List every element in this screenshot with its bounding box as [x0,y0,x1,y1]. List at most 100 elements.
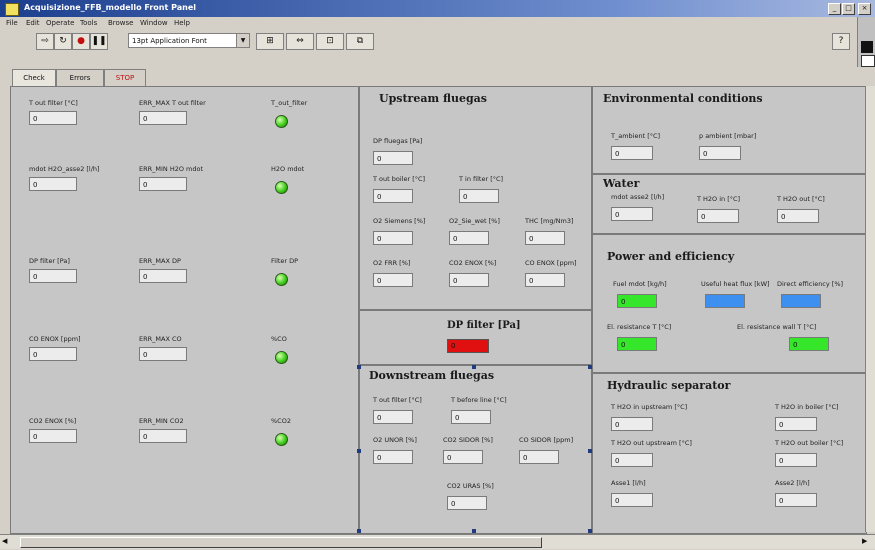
align-objects-icon[interactable]: ⊞ [256,33,284,50]
tab-errors[interactable]: Errors [56,69,104,86]
field-value[interactable]: 0 [459,189,499,203]
field-value[interactable]: 0 [775,417,817,431]
environment-title: Environmental conditions [603,92,763,105]
field-value[interactable]: 0 [611,207,653,221]
vi-icon-pane [857,17,875,67]
horizontal-scrollbar[interactable]: ◀ ▶ [0,534,875,549]
value-label: CO2 ENOX [%] [29,417,77,425]
distribute-objects-icon[interactable]: ⇔ [286,33,314,50]
value-display[interactable]: 0 [29,111,77,125]
field-value[interactable]: 0 [611,146,653,160]
title-bar: Acquisizione_FFB_modello Front Panel _ □… [0,0,875,17]
field-label: T out boiler [°C] [373,175,426,183]
field-value[interactable]: 0 [611,453,653,467]
status-led-icon [275,351,288,364]
divider [359,309,591,311]
vertical-scrollbar[interactable] [865,86,875,532]
field-value[interactable]: 0 [617,337,657,351]
value-label: mdot H2O_asse2 [l/h] [29,165,100,173]
vi-icon [861,41,873,53]
abort-icon[interactable]: ● [72,33,90,50]
selection-handle[interactable] [357,449,361,453]
field-value[interactable]: 0 [443,450,483,464]
value-display[interactable]: 0 [29,429,77,443]
selection-handle[interactable] [588,449,592,453]
menu-window[interactable]: Window [140,19,168,27]
font-selector[interactable]: 13pt Application Font ▼ [128,33,250,48]
menu-file[interactable]: File [6,19,18,27]
field-value[interactable]: 0 [525,231,565,245]
selection-handle[interactable] [472,365,476,369]
selection-handle[interactable] [357,365,361,369]
field-value[interactable]: 0 [451,410,491,424]
close-button[interactable]: × [858,3,871,15]
led-label: Filter DP [271,257,299,265]
value-label: CO ENOX [ppm] [29,335,81,343]
field-value[interactable]: 0 [777,209,819,223]
value-display[interactable]: 0 [29,177,77,191]
value-display[interactable]: 0 [29,269,77,283]
tab-check[interactable]: Check [12,69,56,86]
field-value[interactable]: 0 [775,493,817,507]
help-icon[interactable]: ? [832,33,850,50]
field-value[interactable]: 0 [525,273,565,287]
pause-icon[interactable]: ❚❚ [90,33,108,50]
menu-operate[interactable]: Operate [46,19,74,27]
menu-help[interactable]: Help [174,19,190,27]
threshold-input[interactable]: 0 [139,429,187,443]
reorder-icon[interactable]: ⧉ [346,33,374,50]
field-value[interactable] [781,294,821,308]
field-label: CO ENOX [ppm] [525,259,577,267]
field-label: O2_Sie_wet [%] [449,217,500,225]
threshold-input[interactable]: 0 [139,269,187,283]
dp-filter-indicator: 0 [447,339,489,353]
scroll-right-icon[interactable]: ▶ [862,537,867,545]
field-value[interactable]: 0 [775,453,817,467]
selection-handle[interactable] [357,529,361,533]
field-value[interactable]: 0 [611,417,653,431]
field-value[interactable] [705,294,745,308]
field-value[interactable]: 0 [611,493,653,507]
field-value[interactable]: 0 [697,209,739,223]
field-value[interactable]: 0 [449,273,489,287]
maximize-button[interactable]: □ [842,3,855,15]
field-value[interactable]: 0 [449,231,489,245]
field-label: T_ambient [°C] [611,132,661,140]
tab-stop[interactable]: STOP [104,69,146,86]
selection-handle[interactable] [588,529,592,533]
field-value[interactable]: 0 [447,496,487,510]
selection-handle[interactable] [472,529,476,533]
threshold-input[interactable]: 0 [139,177,187,191]
field-value[interactable]: 0 [699,146,741,160]
menu-browse[interactable]: Browse [108,19,134,27]
minimize-button[interactable]: _ [828,3,841,15]
menu-edit[interactable]: Edit [26,19,40,27]
divider [593,173,866,175]
scroll-left-icon[interactable]: ◀ [2,537,7,545]
threshold-input[interactable]: 0 [139,111,187,125]
menu-bar: File Edit Operate Tools Browse Window He… [0,17,855,30]
resize-objects-icon[interactable]: ⊡ [316,33,344,50]
field-label: O2 FRR [%] [373,259,411,267]
field-value[interactable]: 0 [519,450,559,464]
threshold-input[interactable]: 0 [139,347,187,361]
field-value[interactable]: 0 [373,231,413,245]
run-arrow-icon[interactable]: ⇨ [36,33,54,50]
field-value[interactable]: 0 [373,273,413,287]
menu-tools[interactable]: Tools [80,19,97,27]
value-display[interactable]: 0 [29,347,77,361]
field-value[interactable]: 0 [617,294,657,308]
field-value[interactable]: 0 [373,151,413,165]
divider [593,372,866,374]
field-value[interactable]: 0 [373,410,413,424]
field-label: CO2 SIDOR [%] [443,436,493,444]
field-value[interactable]: 0 [373,189,413,203]
field-value[interactable]: 0 [373,450,413,464]
field-label: CO2 URAS [%] [447,482,494,490]
run-continuously-icon[interactable]: ↻ [54,33,72,50]
field-label: T H2O out [°C] [777,195,825,203]
scrollbar-thumb[interactable] [20,537,542,548]
selection-handle[interactable] [588,365,592,369]
field-value[interactable]: 0 [789,337,829,351]
field-label: mdot asse2 [l/h] [611,193,665,201]
